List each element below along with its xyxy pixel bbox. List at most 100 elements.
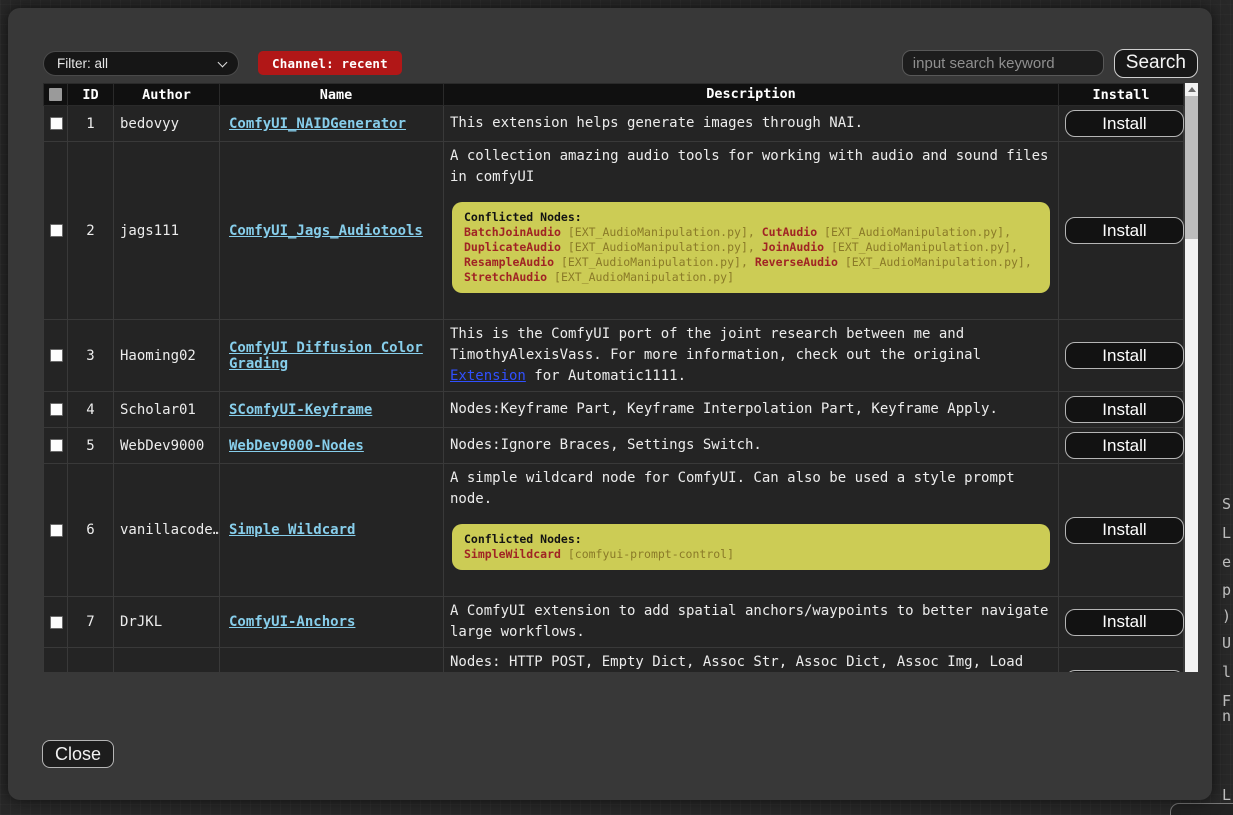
row-description-cell: Nodes:Ignore Braces, Settings Switch. bbox=[444, 428, 1059, 464]
row-name-cell: Simple Wildcard bbox=[220, 464, 444, 597]
row-id: 6 bbox=[68, 464, 114, 597]
description-inline-link[interactable]: Extension bbox=[450, 368, 526, 384]
row-id: 7 bbox=[68, 597, 114, 648]
filter-dropdown[interactable]: Filter: all bbox=[43, 51, 239, 76]
row-checkbox[interactable] bbox=[50, 224, 63, 237]
row-checkbox-cell bbox=[44, 428, 68, 464]
header-id: ID bbox=[68, 84, 114, 106]
row-description-cell: A simple wildcard node for ComfyUI. Can … bbox=[444, 464, 1059, 597]
install-button[interactable]: Install bbox=[1065, 110, 1184, 137]
row-author: Haoming02 bbox=[114, 320, 220, 392]
row-description: This extension helps generate images thr… bbox=[450, 113, 1052, 134]
table-row: 7DrJKL ComfyUI-Anchors A ComfyUI extension… bbox=[44, 597, 1184, 648]
install-button[interactable]: Install bbox=[1065, 517, 1184, 544]
select-all-checkbox[interactable] bbox=[49, 88, 62, 101]
search-input[interactable] bbox=[902, 50, 1104, 76]
background-text-sliver: e bbox=[1222, 553, 1231, 571]
background-text-sliver: p bbox=[1222, 581, 1231, 599]
node-name-link[interactable]: Simple Wildcard bbox=[229, 522, 355, 538]
table-row: 1bedovyyComfyUI_NAIDGeneratorThis extens… bbox=[44, 106, 1184, 142]
conflict-node-path: [EXT_AudioManipulation.py] bbox=[561, 240, 748, 254]
row-id: 1 bbox=[68, 106, 114, 142]
table-row: 4Scholar01SComfyUI-KeyframeNodes:Keyfram… bbox=[44, 392, 1184, 428]
row-description-cell: This is the ComfyUI port of the joint re… bbox=[444, 320, 1059, 392]
row-install-cell: Install bbox=[1059, 648, 1184, 673]
scrollbar-up-arrow[interactable] bbox=[1185, 83, 1198, 96]
conflict-node-path: [EXT_AudioManipulation.py] bbox=[817, 225, 1004, 239]
row-author: jags111 bbox=[114, 142, 220, 320]
row-description: Nodes:Ignore Braces, Settings Switch. bbox=[450, 435, 1052, 456]
header-install: Install bbox=[1059, 84, 1184, 106]
conflict-node-path: [EXT_AudioManipulation.py] bbox=[824, 240, 1011, 254]
node-name-link[interactable]: SComfyUI-Keyframe bbox=[229, 402, 372, 418]
row-author: Scholar01 bbox=[114, 392, 220, 428]
search-button[interactable]: Search bbox=[1114, 49, 1198, 78]
table-row: 2jags111 ComfyUI_Jags_Audiotools A collect… bbox=[44, 142, 1184, 320]
row-install-cell: Install bbox=[1059, 320, 1184, 392]
node-name-link[interactable]: WebDev9000-Nodes bbox=[229, 438, 364, 454]
row-description: A collection amazing audio tools for wor… bbox=[450, 146, 1052, 188]
background-text-sliver: L bbox=[1222, 786, 1231, 804]
row-description-cell: Nodes: HTTP POST, Empty Dict, Assoc Str,… bbox=[444, 648, 1059, 673]
table-header-row: ID Author Name Description Install bbox=[44, 84, 1184, 106]
background-partial-button bbox=[1170, 803, 1233, 815]
filter-dropdown-wrap: Filter: all bbox=[43, 51, 239, 76]
close-button[interactable]: Close bbox=[42, 740, 114, 768]
conflict-node-name: StretchAudio bbox=[464, 270, 547, 284]
row-description-cell: A ComfyUI extension to add spatial ancho… bbox=[444, 597, 1059, 648]
install-button[interactable]: Install bbox=[1065, 396, 1184, 423]
conflict-node-name: CutAudio bbox=[762, 225, 817, 239]
conflict-node-name: ReverseAudio bbox=[755, 255, 838, 269]
row-author: vanillacode… bbox=[114, 464, 220, 597]
toolbar: Filter: all Channel: recent Search bbox=[43, 46, 1198, 80]
conflicted-nodes-title: Conflicted Nodes: bbox=[464, 210, 1038, 225]
row-author: WebDev9000 bbox=[114, 428, 220, 464]
background-text-sliver: ) bbox=[1222, 607, 1231, 625]
row-checkbox-cell bbox=[44, 464, 68, 597]
background-text-sliver: l' bbox=[1222, 663, 1233, 681]
scrollbar-thumb[interactable] bbox=[1185, 96, 1198, 239]
row-name-cell: ComfyUI_Jags_Audiotools bbox=[220, 142, 444, 320]
node-name-link[interactable]: ComfyUI_NAIDGenerator bbox=[229, 116, 406, 132]
background-text-sliver: U bbox=[1222, 634, 1231, 652]
row-install-cell: Install bbox=[1059, 106, 1184, 142]
row-checkbox[interactable] bbox=[50, 616, 63, 629]
conflict-node-path: [EXT_AudioManipulation.py] bbox=[838, 255, 1025, 269]
row-checkbox[interactable] bbox=[50, 524, 63, 537]
node-name-link[interactable]: ComfyUI_Jags_Audiotools bbox=[229, 223, 423, 239]
table-scrollbar[interactable] bbox=[1185, 83, 1198, 672]
row-install-cell: Install bbox=[1059, 392, 1184, 428]
row-id: 2 bbox=[68, 142, 114, 320]
row-id: 3 bbox=[68, 320, 114, 392]
nodes-table: ID Author Name Description Install 1bedo… bbox=[43, 83, 1184, 672]
row-description: This is the ComfyUI port of the joint re… bbox=[450, 324, 1052, 387]
conflict-node-path: [comfyui-prompt-control] bbox=[561, 547, 734, 561]
conflict-node-name: DuplicateAudio bbox=[464, 240, 561, 254]
row-checkbox[interactable] bbox=[50, 403, 63, 416]
conflicted-nodes-box: Conflicted Nodes:SimpleWildcard [comfyui… bbox=[452, 524, 1050, 570]
conflicted-nodes-list: SimpleWildcard [comfyui-prompt-control] bbox=[464, 547, 1038, 562]
row-install-cell: Install bbox=[1059, 464, 1184, 597]
row-description: A simple wildcard node for ComfyUI. Can … bbox=[450, 468, 1052, 510]
row-checkbox[interactable] bbox=[50, 439, 63, 452]
install-button[interactable]: Install bbox=[1065, 609, 1184, 636]
conflict-node-name: BatchJoinAudio bbox=[464, 225, 561, 239]
row-name-cell: ComfyUI Diffusion Color Grading bbox=[220, 320, 444, 392]
background-text-sliver: S bbox=[1222, 495, 1231, 513]
install-button[interactable]: Install bbox=[1065, 342, 1184, 369]
row-checkbox[interactable] bbox=[50, 117, 63, 130]
row-description-cell: Nodes:Keyframe Part, Keyframe Interpolat… bbox=[444, 392, 1059, 428]
row-description: A ComfyUI extension to add spatial ancho… bbox=[450, 601, 1052, 643]
install-button[interactable]: Install bbox=[1065, 432, 1184, 459]
conflict-node-path: [EXT_AudioManipulation.py] bbox=[561, 225, 748, 239]
header-name: Name bbox=[220, 84, 444, 106]
node-name-link[interactable]: ComfyUI Diffusion Color Grading bbox=[229, 340, 423, 372]
background-text-sliver: n bbox=[1222, 707, 1231, 725]
node-name-link[interactable]: ComfyUI-Anchors bbox=[229, 614, 355, 630]
row-description: Nodes: HTTP POST, Empty Dict, Assoc Str,… bbox=[450, 652, 1052, 672]
background-menu-sliver: SLep)Ul'FnL bbox=[1212, 0, 1233, 815]
install-button[interactable]: Install bbox=[1065, 217, 1184, 244]
row-author: DrJKL bbox=[114, 597, 220, 648]
install-button[interactable]: Install bbox=[1065, 670, 1184, 672]
row-checkbox[interactable] bbox=[50, 349, 63, 362]
